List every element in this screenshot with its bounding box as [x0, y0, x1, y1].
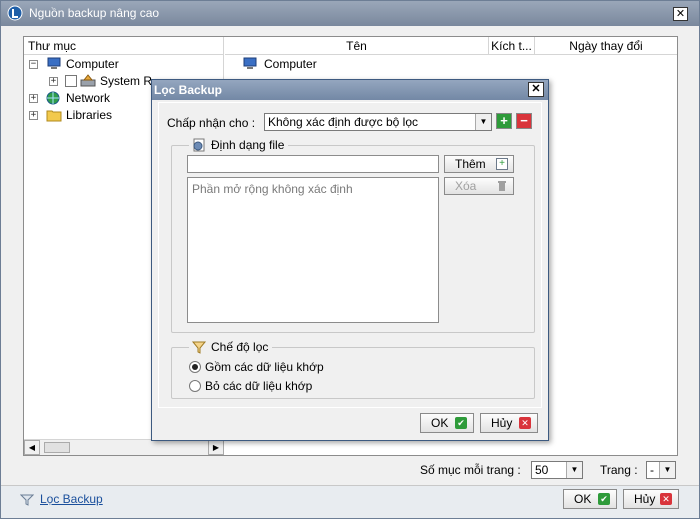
dialog-title: Lọc Backup	[154, 83, 223, 97]
expand-icon[interactable]: +	[49, 77, 58, 86]
tree-item-label: Computer	[66, 57, 119, 71]
scroll-right-icon[interactable]: ▶	[208, 440, 224, 455]
name-column-header[interactable]: Tên	[225, 37, 489, 55]
include-matches-label[interactable]: Gồm các dữ liệu khớp	[205, 360, 324, 374]
ok-button-label: OK	[574, 492, 592, 506]
dialog-cancel-button[interactable]: Hủy ✕	[480, 413, 538, 433]
tree-item-checkbox[interactable]	[65, 75, 77, 87]
scroll-thumb[interactable]	[44, 442, 70, 453]
window-footer: Lọc Backup OK ✔ Hủy ✕	[1, 486, 699, 518]
main-window: Nguồn backup nâng cao ✕ Thư mục Tên Kích…	[0, 0, 700, 519]
dialog-body: Chấp nhận cho : Không xác định được bộ l…	[158, 102, 542, 408]
items-per-page-label: Số mục mỗi trang :	[420, 463, 521, 477]
app-logo-icon	[7, 5, 23, 21]
tree-item-computer[interactable]: − Computer	[24, 56, 224, 73]
chevron-down-icon: ▼	[659, 462, 675, 478]
chevron-down-icon: ▼	[566, 462, 582, 478]
expand-icon[interactable]: +	[29, 111, 38, 120]
delete-extension-label: Xóa	[455, 179, 477, 193]
include-matches-radio[interactable]	[189, 361, 201, 373]
window-close-button[interactable]: ✕	[673, 7, 688, 21]
tree-item-label: Libraries	[66, 108, 113, 122]
filter-icon	[20, 494, 34, 506]
collapse-icon[interactable]: −	[29, 60, 38, 69]
filter-mode-icon	[191, 341, 207, 354]
scroll-left-icon[interactable]: ◀	[24, 440, 40, 455]
check-icon: ✔	[455, 417, 467, 429]
filter-backup-link[interactable]: Lọc Backup	[40, 492, 103, 506]
add-filter-button[interactable]: +	[496, 113, 512, 129]
drive-icon	[80, 74, 96, 87]
exclude-matches-radio[interactable]	[189, 380, 201, 392]
chevron-down-icon: ▼	[475, 114, 491, 130]
delete-extension-button[interactable]: Xóa	[444, 177, 514, 195]
trash-icon	[498, 181, 506, 191]
file-extension-input[interactable]	[187, 155, 439, 173]
file-format-legend: Định dạng file	[189, 137, 289, 153]
dialog-ok-button[interactable]: OK ✔	[420, 413, 474, 433]
dialog-close-button[interactable]: ✕	[528, 82, 544, 97]
filter-mode-title: Chế độ lọc	[211, 340, 269, 354]
extension-list-placeholder: Phần mở rộng không xác định	[192, 182, 353, 196]
page-label: Trang :	[600, 463, 638, 477]
dialog-titlebar: Lọc Backup ✕	[152, 80, 548, 100]
filter-mode-legend: Chế độ lọc	[189, 339, 273, 355]
items-per-page-select[interactable]: 50 ▼	[531, 461, 583, 479]
extension-list[interactable]: Phần mở rộng không xác định	[187, 177, 439, 323]
filter-dialog: Lọc Backup ✕ Chấp nhận cho : Không xác đ…	[151, 79, 549, 441]
file-format-icon	[193, 138, 205, 152]
modified-column-header[interactable]: Ngày thay đổi	[535, 37, 677, 55]
accept-for-value: Không xác định được bộ lọc	[268, 115, 418, 129]
accept-for-select[interactable]: Không xác định được bộ lọc ▼	[264, 113, 492, 131]
remove-filter-button[interactable]: −	[516, 113, 532, 129]
close-icon: ✕	[519, 417, 531, 429]
window-titlebar: Nguồn backup nâng cao ✕	[1, 1, 699, 26]
paging-bar: Số mục mỗi trang : 50 ▼ Trang : - ▼	[1, 460, 699, 482]
file-format-title: Định dạng file	[211, 138, 285, 152]
computer-icon	[47, 57, 61, 69]
cancel-button-label: Hủy	[634, 492, 656, 506]
size-column-header[interactable]: Kích t...	[489, 37, 535, 55]
items-per-page-value: 50	[535, 463, 549, 477]
check-icon: ✔	[598, 493, 610, 505]
cancel-button[interactable]: Hủy ✕	[623, 489, 679, 509]
expand-icon[interactable]: +	[29, 94, 38, 103]
tree-horizontal-scrollbar[interactable]: ◀ ▶	[24, 439, 224, 455]
add-extension-label: Thêm	[455, 157, 486, 171]
add-extension-button[interactable]: Thêm +	[444, 155, 514, 173]
dialog-ok-label: OK	[431, 416, 449, 430]
page-select[interactable]: - ▼	[646, 461, 676, 479]
exclude-matches-label[interactable]: Bỏ các dữ liệu khớp	[205, 379, 312, 393]
tree-item-label: System R	[100, 74, 153, 88]
tree-item-label: Network	[66, 91, 111, 105]
window-title: Nguồn backup nâng cao	[29, 6, 160, 20]
list-item-label: Computer	[264, 57, 317, 71]
folder-icon	[46, 110, 62, 122]
close-icon: ✕	[660, 493, 672, 505]
ok-button[interactable]: OK ✔	[563, 489, 617, 509]
dialog-cancel-label: Hủy	[491, 416, 513, 430]
list-item[interactable]: Computer	[242, 56, 482, 73]
add-icon: +	[496, 158, 508, 170]
computer-icon	[243, 57, 257, 69]
accept-for-label: Chấp nhận cho :	[167, 116, 256, 130]
network-icon	[46, 91, 60, 105]
page-value: -	[650, 463, 654, 477]
